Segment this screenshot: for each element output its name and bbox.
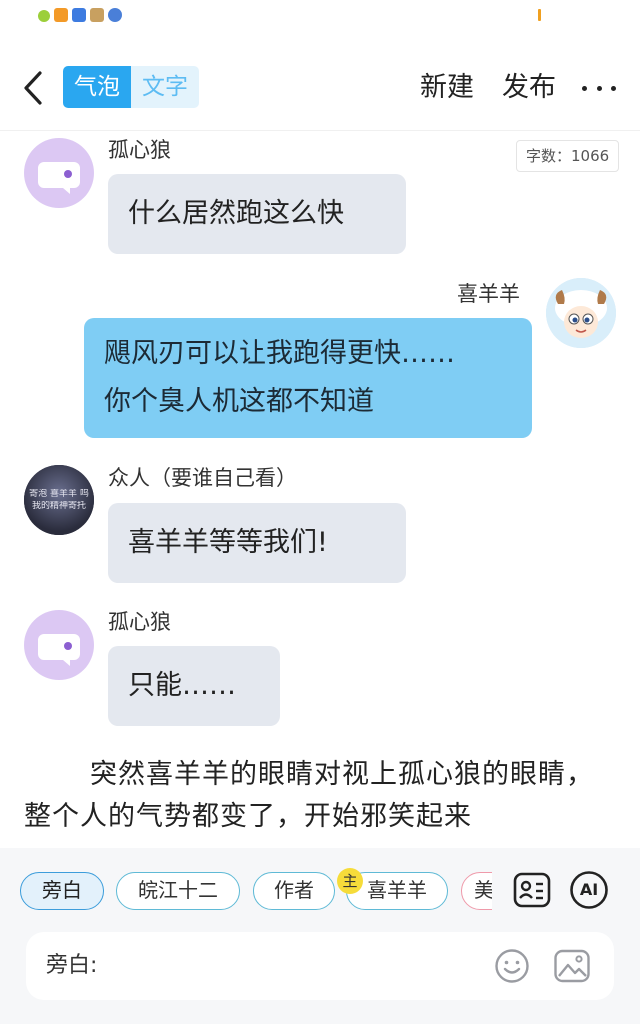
status-app-icons xyxy=(38,8,122,22)
avatar-xiyangyang[interactable] xyxy=(546,278,616,348)
message-bubble[interactable]: 飓风刃可以让我跑得更快…… 你个臭人机这都不知道 xyxy=(84,318,532,438)
more-button[interactable] xyxy=(582,68,616,108)
role-chip-narrator[interactable]: 旁白 xyxy=(20,872,104,910)
ai-button[interactable]: AI xyxy=(569,870,609,910)
message-text: 飓风刃可以让我跑得更快…… xyxy=(104,338,455,369)
message-text: 什么居然跑这么快 xyxy=(128,198,344,229)
more-dot-icon xyxy=(611,85,616,91)
speaker-name: 孤心狼 xyxy=(108,610,171,634)
speech-bubble-avatar-icon xyxy=(38,634,80,666)
image-icon xyxy=(554,949,590,983)
avatar-crowd[interactable]: 寄泡 喜羊羊 呜 我的精神寄托 xyxy=(24,465,94,535)
speech-bubble-avatar-icon xyxy=(38,162,80,194)
top-bar: 气泡 文字 新建 发布 xyxy=(0,56,640,120)
message-text: 你个臭人机这都不知道 xyxy=(104,386,374,417)
top-divider xyxy=(0,130,640,131)
avatar-wolf[interactable] xyxy=(24,138,94,208)
mode-bubble-tab[interactable]: 气泡 xyxy=(63,66,131,108)
more-dot-icon xyxy=(596,85,602,91)
role-chip[interactable]: 皖江十二 xyxy=(116,872,240,910)
avatar-wolf[interactable] xyxy=(24,610,94,680)
sheep-avatar-icon xyxy=(546,278,616,348)
mode-toggle: 气泡 文字 xyxy=(63,66,199,108)
app-notification-icon xyxy=(108,8,122,22)
avatar-caption: 我的精神寄托 xyxy=(31,501,86,511)
word-count-badge: 字数：1066 xyxy=(516,140,620,172)
emoji-button[interactable] xyxy=(494,948,530,984)
input-role-label: 旁白: xyxy=(46,953,98,978)
mode-text-tab[interactable]: 文字 xyxy=(131,66,199,108)
role-chip[interactable]: 美 xyxy=(461,872,492,910)
message-bubble[interactable]: 只能…… xyxy=(108,646,280,726)
main-role-badge: 主 xyxy=(337,868,363,894)
image-button[interactable] xyxy=(553,948,591,984)
app-notification-icon xyxy=(54,8,68,22)
battery-indicator xyxy=(538,9,541,21)
back-button[interactable] xyxy=(16,68,52,108)
app-notification-icon xyxy=(38,10,50,22)
message-bubble[interactable]: 喜羊羊等等我们! xyxy=(108,503,406,583)
contact-card-icon xyxy=(513,872,551,908)
app-notification-icon xyxy=(90,8,104,22)
message-text: 只能…… xyxy=(128,670,236,701)
message-input[interactable]: 旁白: xyxy=(26,932,614,1000)
new-button[interactable]: 新建 xyxy=(420,68,474,108)
role-chip[interactable]: 作者 xyxy=(253,872,335,910)
message-bubble[interactable]: 什么居然跑这么快 xyxy=(108,174,406,254)
more-dot-icon xyxy=(582,85,587,91)
message-text: 喜羊羊等等我们! xyxy=(128,527,328,558)
ai-label: AI xyxy=(579,880,599,899)
smiley-icon xyxy=(495,949,529,983)
role-card-button[interactable] xyxy=(512,870,552,910)
publish-button[interactable]: 发布 xyxy=(502,68,556,108)
avatar-caption: 寄泡 喜羊羊 呜 xyxy=(29,489,89,499)
speaker-name: 孤心狼 xyxy=(108,138,171,162)
app-notification-icon xyxy=(72,8,86,22)
chevron-left-icon xyxy=(24,71,42,105)
role-chip-list: 旁白 皖江十二 作者 喜羊羊 美 xyxy=(20,872,492,912)
status-bar xyxy=(0,0,640,34)
narration-paragraph[interactable]: 突然喜羊羊的眼睛对视上孤心狼的眼睛，整个人的气势都变了，开始邪笑起来 xyxy=(24,754,620,838)
speaker-name: 喜羊羊 xyxy=(457,282,520,306)
speaker-name: 众人（要谁自己看） xyxy=(108,466,297,490)
